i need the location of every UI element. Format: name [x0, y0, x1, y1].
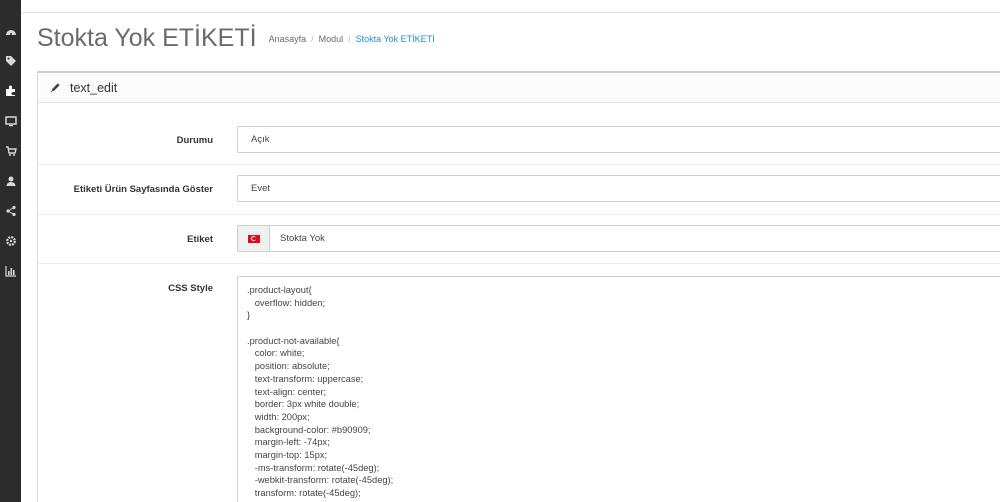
page-header: Stokta Yok ETİKETİ Anasayfa / Modul / St…	[37, 24, 435, 58]
code-line: overflow: hidden;	[247, 297, 326, 308]
bar-chart-icon[interactable]	[0, 261, 21, 281]
code-line: }	[247, 310, 251, 321]
status-select[interactable]: Açık	[237, 126, 1000, 153]
breadcrumb: Anasayfa / Modul / Stokta Yok ETİKETİ	[269, 34, 435, 44]
code-line: margin-top: 15px;	[247, 449, 328, 460]
panel-heading: text_edit	[38, 73, 1000, 103]
breadcrumb-home[interactable]: Anasayfa	[269, 34, 307, 44]
status-row: Durumu Açık	[38, 104, 1000, 165]
code-line: border: 3px white double;	[247, 399, 360, 410]
show-on-product-select[interactable]: Evet	[237, 175, 1000, 202]
breadcrumb-separator: /	[348, 34, 351, 44]
sidebar	[0, 0, 21, 502]
label-input-group: Stokta Yok	[237, 225, 1000, 252]
code-line: text-align: center;	[247, 386, 327, 397]
code-line: width: 200px;	[247, 411, 310, 422]
show-on-product-label: Etiketi Ürün Sayfasında Göster	[73, 184, 213, 195]
tag-icon[interactable]	[0, 51, 21, 71]
label-row: Etiket Stokta Yok	[38, 215, 1000, 264]
css-style-label: CSS Style	[168, 283, 213, 294]
puzzle-icon[interactable]	[0, 81, 21, 101]
code-line: margin-left: -74px;	[247, 437, 330, 448]
code-line: .product-not-available{	[247, 335, 340, 346]
code-line: -webkit-transform: rotate(-45deg);	[247, 475, 394, 486]
code-line: text-transform: uppercase;	[247, 373, 364, 384]
share-icon[interactable]	[0, 201, 21, 221]
dashboard-icon[interactable]	[0, 22, 21, 42]
top-bar	[21, 0, 1000, 13]
code-line: color: white;	[247, 348, 305, 359]
tr-flag-icon	[238, 226, 270, 251]
code-line: transform: rotate(-45deg);	[247, 488, 361, 498]
code-line: background-color: #b90909;	[247, 424, 371, 435]
label-input[interactable]: Stokta Yok	[270, 233, 325, 244]
breadcrumb-separator: /	[311, 34, 314, 44]
page-title: Stokta Yok ETİKETİ	[37, 24, 257, 52]
status-label: Durumu	[176, 135, 213, 146]
desktop-icon[interactable]	[0, 111, 21, 131]
cart-icon[interactable]	[0, 141, 21, 161]
code-line: -ms-transform: rotate(-45deg);	[247, 462, 380, 473]
label-field-label: Etiket	[187, 234, 213, 245]
show-on-product-row: Etiketi Ürün Sayfasında Göster Evet	[38, 165, 1000, 215]
edit-panel: text_edit Durumu Açık Etiketi Ürün Sayfa…	[37, 71, 1000, 502]
user-icon[interactable]	[0, 171, 21, 191]
code-line: position: absolute;	[247, 361, 330, 372]
breadcrumb-module[interactable]: Modul	[319, 34, 344, 44]
breadcrumb-current[interactable]: Stokta Yok ETİKETİ	[356, 34, 435, 44]
code-line: .product-layout{	[247, 285, 312, 295]
cog-icon[interactable]	[0, 231, 21, 251]
panel-heading-title: text_edit	[70, 80, 118, 95]
pencil-icon	[48, 81, 62, 95]
css-style-textarea[interactable]: .product-layout{ overflow: hidden; } .pr…	[237, 276, 1000, 502]
